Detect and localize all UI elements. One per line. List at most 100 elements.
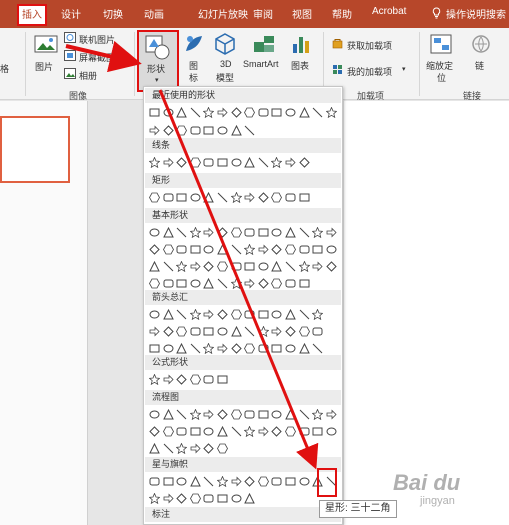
diamond-shape[interactable] [217, 409, 228, 420]
triangle-shape[interactable] [162, 227, 174, 238]
line-shape[interactable] [217, 192, 228, 203]
line-shape[interactable] [217, 278, 228, 289]
hexagon-shape[interactable] [149, 192, 160, 203]
diamond-shape[interactable] [149, 244, 160, 255]
rectangle-shape[interactable] [312, 244, 323, 255]
diamond-shape[interactable] [149, 426, 160, 437]
triangle-shape[interactable] [149, 261, 160, 272]
line-shape[interactable] [203, 476, 214, 487]
star-shape[interactable] [176, 261, 188, 272]
hexagon-shape[interactable] [162, 426, 174, 437]
hexagon-shape[interactable] [298, 326, 310, 337]
tab-view[interactable]: 视图 [292, 6, 312, 21]
star-shape[interactable] [217, 476, 228, 487]
oval-shape[interactable] [258, 261, 269, 272]
arrow-shape[interactable] [163, 157, 174, 168]
oval-shape[interactable] [326, 244, 337, 255]
triangle-shape[interactable] [298, 343, 310, 354]
rounded-rectangle-shape[interactable] [258, 107, 269, 118]
arrow-shape[interactable] [271, 326, 282, 337]
star-shape[interactable] [149, 157, 160, 168]
arrow-shape[interactable] [231, 476, 242, 487]
arrow-shape[interactable] [190, 443, 201, 454]
rounded-rectangle-shape[interactable] [163, 278, 174, 289]
star-shape[interactable] [298, 261, 310, 272]
arrow-shape[interactable] [217, 107, 228, 118]
star-shape[interactable] [189, 227, 201, 238]
hexagon-shape[interactable] [162, 244, 174, 255]
rounded-rectangle-shape[interactable] [244, 309, 255, 320]
line-shape[interactable] [190, 107, 201, 118]
hexagon-shape[interactable] [257, 476, 269, 487]
hexagon-shape[interactable] [285, 426, 296, 437]
oval-shape[interactable] [217, 125, 228, 136]
line-shape[interactable] [299, 309, 310, 320]
rectangle-shape[interactable] [217, 374, 228, 385]
tab-transitions[interactable]: 切换 [103, 6, 123, 21]
diamond-shape[interactable] [271, 426, 283, 437]
rectangle-shape[interactable] [203, 326, 214, 337]
rounded-rectangle-shape[interactable] [244, 409, 255, 420]
oval-shape[interactable] [190, 278, 201, 289]
rectangle-shape[interactable] [176, 192, 187, 203]
hexagon-shape[interactable] [271, 192, 283, 203]
oval-shape[interactable] [326, 426, 337, 437]
line-shape[interactable] [163, 443, 174, 454]
star-shape[interactable] [312, 227, 324, 238]
oval-shape[interactable] [190, 192, 201, 203]
screenshot-button[interactable]: 屏幕截图 [79, 51, 115, 64]
rectangle-shape[interactable] [244, 261, 255, 272]
line-shape[interactable] [176, 409, 187, 420]
line-shape[interactable] [244, 326, 255, 337]
line-shape[interactable] [163, 261, 174, 272]
triangle-shape[interactable] [230, 326, 242, 337]
arrow-shape[interactable] [258, 426, 269, 437]
diamond-shape[interactable] [230, 107, 242, 118]
rounded-rectangle-shape[interactable] [312, 326, 323, 337]
star-shape[interactable] [325, 107, 337, 118]
hexagon-shape[interactable] [189, 157, 201, 168]
rounded-rectangle-shape[interactable] [299, 426, 310, 437]
star-shape[interactable] [176, 443, 188, 454]
diamond-shape[interactable] [162, 125, 174, 136]
line-shape[interactable] [176, 309, 187, 320]
arrow-shape[interactable] [149, 326, 160, 337]
arrow-shape[interactable] [163, 493, 174, 504]
triangle-shape[interactable] [203, 192, 215, 203]
star-shape[interactable] [312, 309, 324, 320]
hexagon-shape[interactable] [244, 343, 256, 354]
triangle-shape[interactable] [244, 157, 255, 168]
triangle-shape[interactable] [149, 443, 160, 454]
hexagon-shape[interactable] [285, 244, 296, 255]
rectangle-shape[interactable] [190, 244, 201, 255]
slide-canvas[interactable] [344, 101, 509, 525]
rounded-rectangle-shape[interactable] [258, 343, 269, 354]
star-shape[interactable] [230, 278, 242, 289]
diamond-shape[interactable] [217, 309, 228, 320]
rounded-rectangle-shape[interactable] [244, 227, 255, 238]
star-shape[interactable] [149, 493, 160, 504]
rounded-rectangle-shape[interactable] [203, 374, 214, 385]
tab-insert[interactable]: 插入 [17, 4, 47, 26]
hexagon-shape[interactable] [149, 278, 160, 289]
arrow-shape[interactable] [163, 374, 174, 385]
get-addins-button[interactable]: 获取加载项 [347, 39, 392, 52]
picture-button[interactable]: 图片 [35, 60, 53, 73]
diamond-shape[interactable] [162, 326, 174, 337]
diamond-shape[interactable] [271, 244, 283, 255]
rectangle-shape[interactable] [299, 192, 310, 203]
line-shape[interactable] [244, 125, 255, 136]
oval-shape[interactable] [231, 493, 242, 504]
rectangle-shape[interactable] [258, 309, 269, 320]
triangle-shape[interactable] [203, 278, 215, 289]
hexagon-shape[interactable] [230, 409, 242, 420]
oval-shape[interactable] [285, 343, 296, 354]
star-shape[interactable] [203, 107, 215, 118]
arrow-shape[interactable] [258, 244, 269, 255]
arrow-shape[interactable] [285, 157, 296, 168]
rectangle-shape[interactable] [203, 125, 214, 136]
oval-shape[interactable] [163, 107, 174, 118]
oval-shape[interactable] [271, 409, 282, 420]
triangle-shape[interactable] [285, 227, 296, 238]
tab-review[interactable]: 审阅 [253, 6, 273, 21]
